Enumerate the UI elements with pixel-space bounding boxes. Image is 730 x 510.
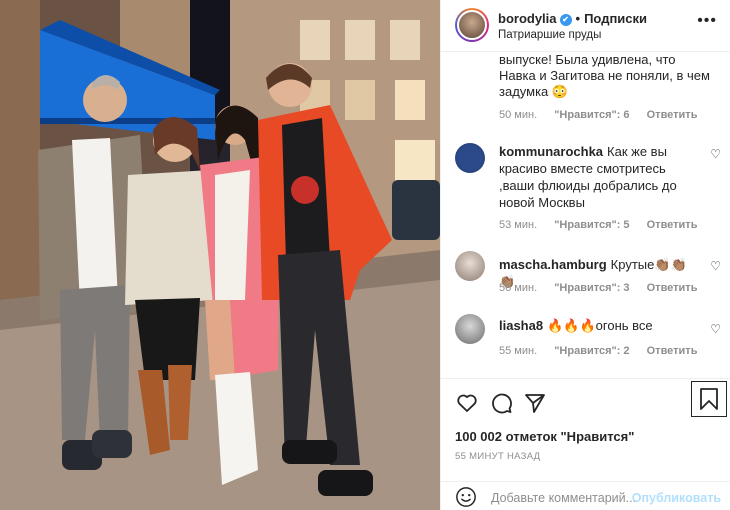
post-time[interactable]: 55 МИНУТ НАЗАД: [455, 451, 540, 462]
likes-count[interactable]: 100 002 отметок "Нравится": [455, 429, 634, 444]
commenter-username[interactable]: mascha.hamburg: [499, 257, 607, 272]
publish-button[interactable]: Опубликовать: [632, 491, 721, 505]
location-link[interactable]: Патриаршие пруды: [498, 29, 601, 41]
comment-meta: 56 мин. "Нравится": 3 Ответить: [499, 282, 711, 294]
heart-icon[interactable]: ♡: [710, 322, 721, 336]
verified-badge-icon: ✔: [559, 14, 572, 26]
commenter-avatar[interactable]: [455, 143, 485, 173]
photo-illustration: [0, 0, 440, 510]
commenter-avatar[interactable]: [455, 251, 485, 281]
post-header: borodylia ✔ • Подписки Патриаршие пруды •••: [441, 0, 730, 52]
comment-text: liasha8 🔥🔥🔥огонь все: [499, 317, 699, 334]
bookmark-icon: [700, 388, 718, 410]
comment-text: kommunarochka Как же вы красиво вместе см…: [499, 143, 699, 211]
commenter-username[interactable]: kommunarochka: [499, 144, 603, 159]
comment-likes[interactable]: "Нравится": 6: [554, 109, 629, 121]
post-viewer: borodylia ✔ • Подписки Патриаршие пруды •••…: [0, 0, 730, 510]
author-avatar[interactable]: [457, 10, 487, 40]
share-icon[interactable]: [523, 391, 547, 415]
heart-icon[interactable]: ♡: [710, 147, 721, 161]
comment-time: 53 мин.: [499, 219, 538, 231]
comment-likes[interactable]: "Нравится": 2: [554, 345, 629, 357]
comment-meta: 50 мин. "Нравится": 6 Ответить: [499, 109, 711, 121]
reply-button[interactable]: Ответить: [647, 282, 698, 294]
comments-list[interactable]: выпуске! Была удивлена, что Навка и Заги…: [441, 53, 730, 378]
reply-button[interactable]: Ответить: [647, 109, 698, 121]
author-username[interactable]: borodylia: [498, 11, 557, 26]
post-actions: 100 002 отметок "Нравится" 55 МИНУТ НАЗА…: [441, 378, 730, 486]
comment-icon[interactable]: [489, 391, 513, 415]
post-side-panel: borodylia ✔ • Подписки Патриаршие пруды •••…: [440, 0, 730, 510]
comment-likes[interactable]: "Нравится": 3: [554, 282, 629, 294]
post-photo[interactable]: [0, 0, 440, 510]
comment-input[interactable]: [491, 491, 641, 505]
story-ring[interactable]: [455, 8, 489, 42]
commenter-avatar[interactable]: [455, 314, 485, 344]
more-options-icon[interactable]: •••: [697, 12, 717, 30]
add-comment-bar: Опубликовать: [441, 481, 730, 510]
commenter-username[interactable]: liasha8: [499, 318, 543, 333]
comment-likes[interactable]: "Нравится": 5: [554, 219, 629, 231]
reply-button[interactable]: Ответить: [647, 219, 698, 231]
reply-button[interactable]: Ответить: [647, 345, 698, 357]
following-button[interactable]: Подписки: [584, 11, 647, 26]
comment-time: 56 мин.: [499, 282, 538, 294]
comment-time: 55 мин.: [499, 345, 538, 357]
comment-time: 50 мин.: [499, 109, 538, 121]
caption-text: выпуске! Была удивлена, что Навка и Заги…: [499, 53, 710, 99]
heart-icon[interactable]: ♡: [710, 259, 721, 273]
comment-meta: 55 мин. "Нравится": 2 Ответить: [499, 345, 711, 357]
bookmark-button[interactable]: [691, 381, 727, 417]
emoji-icon[interactable]: [455, 486, 477, 508]
comment-meta: 53 мин. "Нравится": 5 Ответить: [499, 219, 711, 231]
author-line: borodylia ✔ • Подписки: [498, 11, 647, 26]
like-heart-icon[interactable]: [455, 391, 479, 415]
comment-body: 🔥🔥🔥огонь все: [547, 318, 653, 333]
header-separator: •: [575, 11, 581, 26]
